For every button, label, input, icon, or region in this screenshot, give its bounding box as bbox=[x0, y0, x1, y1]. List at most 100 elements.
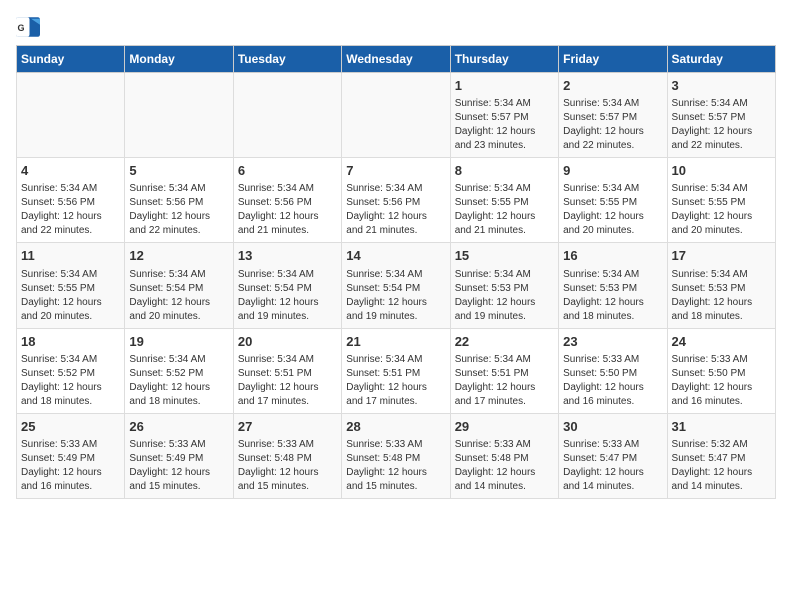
day-info: Sunrise: 5:34 AM Sunset: 5:54 PM Dayligh… bbox=[346, 268, 445, 324]
calendar-cell: 21 Sunrise: 5:34 AM Sunset: 5:51 PM Dayli… bbox=[342, 328, 450, 413]
calendar-cell: 22 Sunrise: 5:34 AM Sunset: 5:51 PM Dayli… bbox=[450, 328, 558, 413]
calendar-cell: 5 Sunrise: 5:34 AM Sunset: 5:56 PM Daylig… bbox=[125, 158, 233, 243]
day-info: Sunrise: 5:34 AM Sunset: 5:55 PM Dayligh… bbox=[21, 268, 120, 324]
col-header-monday: Monday bbox=[125, 46, 233, 73]
day-number: 8 bbox=[455, 162, 554, 180]
calendar-cell: 12 Sunrise: 5:34 AM Sunset: 5:54 PM Dayli… bbox=[125, 243, 233, 328]
day-info: Sunrise: 5:33 AM Sunset: 5:49 PM Dayligh… bbox=[129, 438, 228, 494]
day-info: Sunrise: 5:33 AM Sunset: 5:48 PM Dayligh… bbox=[346, 438, 445, 494]
day-number: 15 bbox=[455, 247, 554, 265]
week-row-2: 4 Sunrise: 5:34 AM Sunset: 5:56 PM Daylig… bbox=[17, 158, 776, 243]
svg-text:G: G bbox=[18, 22, 25, 32]
calendar-cell: 3Sunrise: 5:34 AM Sunset: 5:57 PM Daylig… bbox=[667, 73, 775, 158]
day-number: 20 bbox=[238, 333, 337, 351]
day-number: 6 bbox=[238, 162, 337, 180]
day-info: Sunrise: 5:34 AM Sunset: 5:56 PM Dayligh… bbox=[21, 182, 120, 238]
day-number: 17 bbox=[672, 247, 771, 265]
day-number: 25 bbox=[21, 418, 120, 436]
day-number: 16 bbox=[563, 247, 662, 265]
day-number: 9 bbox=[563, 162, 662, 180]
day-info: Sunrise: 5:34 AM Sunset: 5:54 PM Dayligh… bbox=[238, 268, 337, 324]
calendar-cell: 9 Sunrise: 5:34 AM Sunset: 5:55 PM Daylig… bbox=[559, 158, 667, 243]
day-info: Sunrise: 5:34 AM Sunset: 5:57 PM Dayligh… bbox=[455, 97, 554, 153]
calendar-cell: 29Sunrise: 5:33 AM Sunset: 5:48 PM Dayli… bbox=[450, 413, 558, 498]
day-number: 13 bbox=[238, 247, 337, 265]
day-info: Sunrise: 5:34 AM Sunset: 5:54 PM Dayligh… bbox=[129, 268, 228, 324]
day-number: 7 bbox=[346, 162, 445, 180]
header-row: SundayMondayTuesdayWednesdayThursdayFrid… bbox=[17, 46, 776, 73]
logo: G bbox=[16, 16, 44, 37]
col-header-sunday: Sunday bbox=[17, 46, 125, 73]
day-info: Sunrise: 5:34 AM Sunset: 5:53 PM Dayligh… bbox=[455, 268, 554, 324]
day-number: 14 bbox=[346, 247, 445, 265]
day-info: Sunrise: 5:34 AM Sunset: 5:56 PM Dayligh… bbox=[129, 182, 228, 238]
calendar-cell bbox=[233, 73, 341, 158]
day-number: 29 bbox=[455, 418, 554, 436]
calendar-cell: 25Sunrise: 5:33 AM Sunset: 5:49 PM Dayli… bbox=[17, 413, 125, 498]
day-number: 26 bbox=[129, 418, 228, 436]
day-number: 4 bbox=[21, 162, 120, 180]
day-info: Sunrise: 5:34 AM Sunset: 5:53 PM Dayligh… bbox=[672, 268, 771, 324]
day-info: Sunrise: 5:34 AM Sunset: 5:55 PM Dayligh… bbox=[455, 182, 554, 238]
calendar-cell: 23 Sunrise: 5:33 AM Sunset: 5:50 PM Dayli… bbox=[559, 328, 667, 413]
day-number: 22 bbox=[455, 333, 554, 351]
calendar-cell bbox=[17, 73, 125, 158]
day-info: Sunrise: 5:34 AM Sunset: 5:53 PM Dayligh… bbox=[563, 268, 662, 324]
day-number: 18 bbox=[21, 333, 120, 351]
day-info: Sunrise: 5:34 AM Sunset: 5:52 PM Dayligh… bbox=[21, 353, 120, 409]
day-number: 28 bbox=[346, 418, 445, 436]
day-number: 27 bbox=[238, 418, 337, 436]
calendar-table: SundayMondayTuesdayWednesdayThursdayFrid… bbox=[16, 45, 776, 499]
week-row-3: 11Sunrise: 5:34 AM Sunset: 5:55 PM Dayli… bbox=[17, 243, 776, 328]
calendar-cell: 26 Sunrise: 5:33 AM Sunset: 5:49 PM Dayli… bbox=[125, 413, 233, 498]
day-number: 21 bbox=[346, 333, 445, 351]
calendar-cell: 15 Sunrise: 5:34 AM Sunset: 5:53 PM Dayli… bbox=[450, 243, 558, 328]
day-number: 1 bbox=[455, 77, 554, 95]
day-number: 12 bbox=[129, 247, 228, 265]
day-number: 10 bbox=[672, 162, 771, 180]
calendar-cell: 19 Sunrise: 5:34 AM Sunset: 5:52 PM Dayli… bbox=[125, 328, 233, 413]
calendar-cell: 24 Sunrise: 5:33 AM Sunset: 5:50 PM Dayli… bbox=[667, 328, 775, 413]
day-info: Sunrise: 5:34 AM Sunset: 5:51 PM Dayligh… bbox=[238, 353, 337, 409]
day-info: Sunrise: 5:34 AM Sunset: 5:56 PM Dayligh… bbox=[238, 182, 337, 238]
day-info: Sunrise: 5:32 AM Sunset: 5:47 PM Dayligh… bbox=[672, 438, 771, 494]
calendar-cell: 14 Sunrise: 5:34 AM Sunset: 5:54 PM Dayli… bbox=[342, 243, 450, 328]
week-row-1: 1 Sunrise: 5:34 AM Sunset: 5:57 PM Daylig… bbox=[17, 73, 776, 158]
day-info: Sunrise: 5:33 AM Sunset: 5:48 PM Dayligh… bbox=[238, 438, 337, 494]
day-number: 30 bbox=[563, 418, 662, 436]
calendar-cell: 4 Sunrise: 5:34 AM Sunset: 5:56 PM Daylig… bbox=[17, 158, 125, 243]
day-info: Sunrise: 5:33 AM Sunset: 5:50 PM Dayligh… bbox=[563, 353, 662, 409]
col-header-wednesday: Wednesday bbox=[342, 46, 450, 73]
calendar-cell: 27 Sunrise: 5:33 AM Sunset: 5:48 PM Dayli… bbox=[233, 413, 341, 498]
day-info: Sunrise: 5:34 AM Sunset: 5:51 PM Dayligh… bbox=[346, 353, 445, 409]
calendar-cell bbox=[342, 73, 450, 158]
day-info: Sunrise: 5:34 AM Sunset: 5:52 PM Dayligh… bbox=[129, 353, 228, 409]
col-header-thursday: Thursday bbox=[450, 46, 558, 73]
day-info: Sunrise: 5:34 AM Sunset: 5:55 PM Dayligh… bbox=[563, 182, 662, 238]
day-info: Sunrise: 5:33 AM Sunset: 5:50 PM Dayligh… bbox=[672, 353, 771, 409]
calendar-cell: 20 Sunrise: 5:34 AM Sunset: 5:51 PM Dayli… bbox=[233, 328, 341, 413]
calendar-cell: 1 Sunrise: 5:34 AM Sunset: 5:57 PM Daylig… bbox=[450, 73, 558, 158]
day-number: 23 bbox=[563, 333, 662, 351]
calendar-cell: 31 Sunrise: 5:32 AM Sunset: 5:47 PM Dayli… bbox=[667, 413, 775, 498]
day-info: Sunrise: 5:34 AM Sunset: 5:57 PM Dayligh… bbox=[672, 97, 771, 153]
calendar-cell: 18 Sunrise: 5:34 AM Sunset: 5:52 PM Dayli… bbox=[17, 328, 125, 413]
week-row-4: 18 Sunrise: 5:34 AM Sunset: 5:52 PM Dayli… bbox=[17, 328, 776, 413]
col-header-saturday: Saturday bbox=[667, 46, 775, 73]
day-info: Sunrise: 5:34 AM Sunset: 5:57 PM Dayligh… bbox=[563, 97, 662, 153]
day-info: Sunrise: 5:34 AM Sunset: 5:51 PM Dayligh… bbox=[455, 353, 554, 409]
calendar-cell: 2 Sunrise: 5:34 AM Sunset: 5:57 PM Daylig… bbox=[559, 73, 667, 158]
calendar-cell: 7 Sunrise: 5:34 AM Sunset: 5:56 PM Daylig… bbox=[342, 158, 450, 243]
calendar-cell: 28 Sunrise: 5:33 AM Sunset: 5:48 PM Dayli… bbox=[342, 413, 450, 498]
day-number: 31 bbox=[672, 418, 771, 436]
day-info: Sunrise: 5:33 AM Sunset: 5:47 PM Dayligh… bbox=[563, 438, 662, 494]
day-number: 24 bbox=[672, 333, 771, 351]
day-number: 19 bbox=[129, 333, 228, 351]
day-info: Sunrise: 5:34 AM Sunset: 5:55 PM Dayligh… bbox=[672, 182, 771, 238]
day-number: 5 bbox=[129, 162, 228, 180]
day-number: 2 bbox=[563, 77, 662, 95]
calendar-cell: 13 Sunrise: 5:34 AM Sunset: 5:54 PM Dayli… bbox=[233, 243, 341, 328]
calendar-cell: 17 Sunrise: 5:34 AM Sunset: 5:53 PM Dayli… bbox=[667, 243, 775, 328]
calendar-cell bbox=[125, 73, 233, 158]
day-info: Sunrise: 5:34 AM Sunset: 5:56 PM Dayligh… bbox=[346, 182, 445, 238]
